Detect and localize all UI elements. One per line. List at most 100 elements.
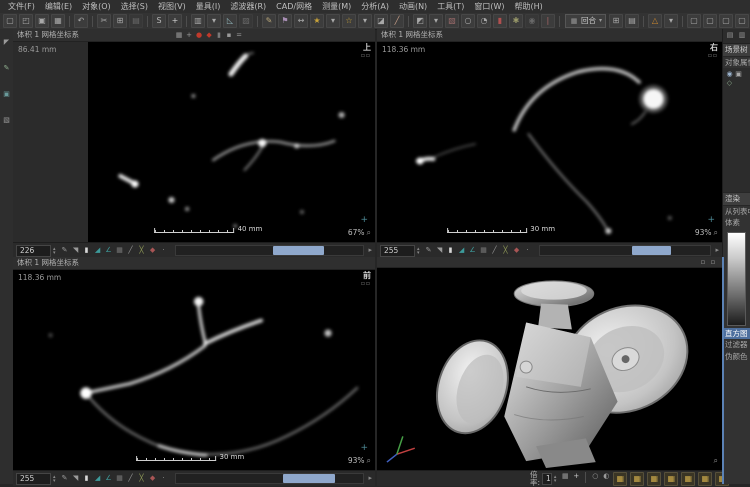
slice-canvas-top[interactable]: 86.41 mm 上 ▫▫ 40 mm + 67% ⌕: [13, 42, 375, 242]
note-tool-icon[interactable]: ▣: [2, 89, 12, 99]
corner-pin-icons[interactable]: ▫▫: [708, 53, 718, 59]
slice-scrollbar[interactable]: [175, 245, 365, 256]
round-combobox[interactable]: ▦ 回合 ▾: [565, 14, 606, 28]
save-icon[interactable]: ▣: [35, 14, 49, 28]
magnification-spinner-arrows[interactable]: ▴▾: [554, 475, 557, 483]
object-props-row[interactable]: 对象属性: [723, 57, 750, 69]
magnifier-icon[interactable]: ⌕: [367, 229, 371, 237]
rect-icon[interactable]: ▮: [82, 246, 92, 256]
flag-icon[interactable]: ⚑: [278, 14, 292, 28]
magnifier-icon[interactable]: ⌕: [714, 229, 718, 237]
line-icon[interactable]: ╱: [126, 474, 136, 484]
record-icon[interactable]: ●: [194, 30, 204, 40]
cross-icon[interactable]: ╳: [137, 246, 147, 256]
warning-dropdown-icon[interactable]: ▾: [664, 14, 678, 28]
hand-icon[interactable]: ◔: [477, 14, 491, 28]
slice-canvas-front[interactable]: 118.36 mm 前 ▫▫ 30 mm + 93% ⌕: [13, 270, 375, 470]
scroll-right-arrow[interactable]: ▸: [715, 247, 719, 254]
marker-icon[interactable]: ◆: [148, 246, 158, 256]
star2-tool-icon[interactable]: ☆: [342, 14, 356, 28]
dot-icon[interactable]: ·: [159, 474, 169, 484]
star-dropdown-icon[interactable]: ▾: [326, 14, 340, 28]
cross-icon[interactable]: ╳: [501, 246, 511, 256]
render-mode-row[interactable]: 从列表中: [723, 206, 750, 218]
doc3-icon[interactable]: ▢: [719, 14, 733, 28]
histogram-button[interactable]: 直方图: [723, 328, 750, 340]
menu-select[interactable]: 选择(S): [116, 3, 153, 11]
angle-icon[interactable]: ∠: [468, 246, 478, 256]
picker-icon[interactable]: ◩: [413, 14, 427, 28]
undo-icon[interactable]: ↶: [74, 14, 88, 28]
menu-object[interactable]: 对象(O): [77, 3, 116, 11]
pen-icon[interactable]: ✎: [60, 474, 70, 484]
scroll-right-arrow[interactable]: ▸: [368, 247, 372, 254]
shade-icon[interactable]: ◐: [601, 472, 611, 482]
eraser-icon[interactable]: ◪: [374, 14, 388, 28]
slice-index-input[interactable]: 226: [16, 245, 51, 257]
scroll-right-arrow[interactable]: ▸: [368, 475, 372, 482]
marker-icon[interactable]: ◆: [512, 246, 522, 256]
scrollbar-thumb[interactable]: [273, 246, 324, 255]
menu-file[interactable]: 文件(F): [3, 3, 40, 11]
gear-icon[interactable]: ✱: [509, 14, 523, 28]
pointer-icon[interactable]: ◥: [71, 474, 81, 484]
gray-value-gradient[interactable]: [727, 232, 746, 326]
menu-window[interactable]: 窗口(W): [469, 3, 509, 11]
scene-tree-header[interactable]: 场景树: [723, 44, 750, 57]
orientation-label-right[interactable]: 右 ▫▫: [708, 44, 718, 59]
render-panel-header[interactable]: 渲染: [723, 193, 750, 206]
magnifier-icon[interactable]: ⌕: [367, 457, 371, 465]
measure-tool-icon[interactable]: ◺: [223, 14, 237, 28]
dot-icon[interactable]: ·: [523, 246, 533, 256]
menu-help[interactable]: 帮助(H): [509, 3, 547, 11]
preset4-icon[interactable]: ▦: [664, 472, 678, 486]
pencil-icon[interactable]: ╱: [390, 14, 404, 28]
warning-icon[interactable]: △: [648, 14, 662, 28]
menu-tools[interactable]: 工具(T): [432, 3, 469, 11]
table-icon[interactable]: ⊞: [609, 14, 623, 28]
star2-dropdown-icon[interactable]: ▾: [358, 14, 372, 28]
grid-icon[interactable]: ▦: [479, 246, 489, 256]
pointer-icon[interactable]: ◥: [71, 246, 81, 256]
voxel-row[interactable]: 体素: [723, 217, 750, 229]
scene-tab-icon[interactable]: ▤: [725, 30, 735, 40]
filter-row[interactable]: 过滤器: [723, 339, 750, 351]
pen-tool-icon[interactable]: ✎: [2, 63, 12, 73]
props-tab-icon[interactable]: ▥: [737, 30, 747, 40]
menu-view[interactable]: 视图(V): [153, 3, 191, 11]
preset1-icon[interactable]: ▦: [613, 472, 627, 486]
cross-icon[interactable]: ╳: [137, 474, 147, 484]
scene-tree-list[interactable]: ◉▣◇: [723, 68, 750, 193]
copy-icon[interactable]: ⊞: [113, 14, 127, 28]
magnification-input[interactable]: 1: [542, 473, 552, 485]
open-file-icon[interactable]: ◰: [19, 14, 33, 28]
pen-icon[interactable]: ✎: [60, 246, 70, 256]
doc1-icon[interactable]: ▢: [687, 14, 701, 28]
pin-icon[interactable]: ∣: [541, 14, 555, 28]
preset6-icon[interactable]: ▦: [698, 472, 712, 486]
pointer-tool-icon[interactable]: ◤: [2, 37, 12, 47]
line-icon[interactable]: ╱: [490, 246, 500, 256]
minimize-icon[interactable]: ▪: [224, 30, 234, 40]
clip-tool-icon[interactable]: ▧: [2, 115, 12, 125]
save-all-icon[interactable]: ▦: [51, 14, 65, 28]
user-icon[interactable]: ◉: [525, 14, 539, 28]
pen-icon[interactable]: ✎: [424, 246, 434, 256]
render-cube-icon[interactable]: ▦: [560, 472, 570, 482]
pointer-icon[interactable]: ◥: [435, 246, 445, 256]
layout-dropdown-icon[interactable]: ▾: [207, 14, 221, 28]
new-file-icon[interactable]: ▢: [3, 14, 17, 28]
rect-icon[interactable]: ▮: [82, 474, 92, 484]
view-cube-icon[interactable]: ▫: [698, 257, 708, 267]
light-icon[interactable]: ○: [590, 472, 600, 482]
menu-gauge[interactable]: 量具(I): [191, 3, 226, 11]
mesh-item-icon[interactable]: ▣: [734, 70, 743, 79]
lasso-icon[interactable]: ○: [461, 14, 475, 28]
rect-icon[interactable]: ▮: [446, 246, 456, 256]
menu-edit[interactable]: 编辑(E): [40, 3, 77, 11]
scrollbar-thumb[interactable]: [283, 474, 336, 483]
angle-icon[interactable]: ∠: [104, 474, 114, 484]
slice-spinner-arrows[interactable]: ▴▾: [53, 247, 56, 255]
menu-cad-mesh[interactable]: CAD/网格: [271, 3, 317, 11]
register-icon[interactable]: S: [152, 14, 166, 28]
